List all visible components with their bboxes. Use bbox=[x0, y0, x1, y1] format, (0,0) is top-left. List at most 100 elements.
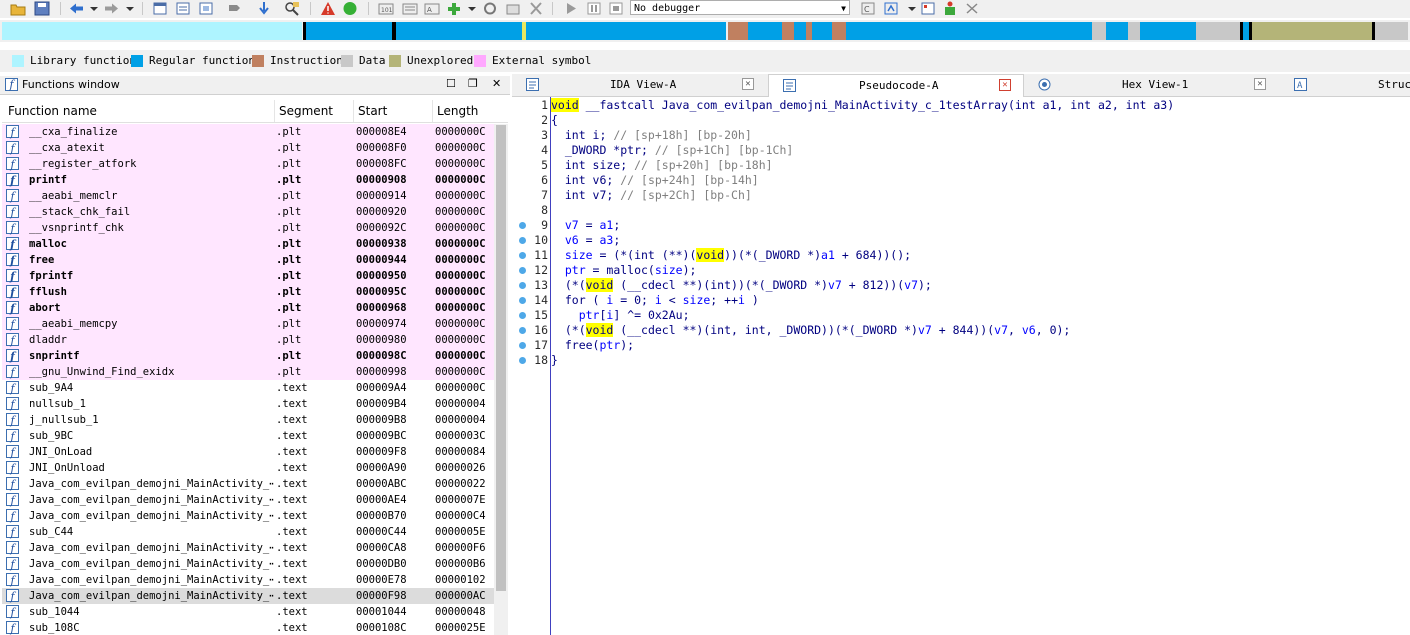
table-row[interactable]: f __register_atfork .plt 000008FC 0000000C bbox=[2, 156, 494, 172]
functions-scrollbar[interactable] bbox=[494, 124, 508, 635]
stop-icon[interactable] bbox=[608, 1, 624, 16]
xref-icon[interactable] bbox=[226, 1, 242, 16]
breakpoint-dot-icon[interactable] bbox=[519, 237, 526, 244]
table-row[interactable]: f __aeabi_memclr .plt 00000914 0000000C bbox=[2, 188, 494, 204]
abc-icon[interactable]: A bbox=[424, 1, 440, 16]
breakpoint-dot-icon[interactable] bbox=[519, 252, 526, 259]
restore-icon[interactable]: ❐ bbox=[468, 77, 478, 90]
column-header-segment[interactable]: Segment bbox=[279, 104, 333, 118]
tab-ida-view-a[interactable]: IDA View-A ✕ bbox=[512, 74, 768, 96]
tab-struct[interactable]: A Struct bbox=[1280, 74, 1410, 96]
table-row[interactable]: f malloc .plt 00000938 0000000C bbox=[2, 236, 494, 252]
breakpoint-dot-icon[interactable] bbox=[519, 282, 526, 289]
table-row[interactable]: f JNI_OnLoad .text 000009F8 00000084 bbox=[2, 444, 494, 460]
table-row[interactable]: f printf .plt 00000908 0000000C bbox=[2, 172, 494, 188]
trace-icon[interactable] bbox=[964, 1, 980, 16]
breakpoint-dot-icon[interactable] bbox=[519, 297, 526, 304]
column-header-function-name[interactable]: Function name bbox=[8, 104, 97, 118]
function-icon: f bbox=[6, 557, 19, 571]
start-icon[interactable] bbox=[563, 1, 579, 16]
new-window-icon[interactable] bbox=[152, 1, 168, 16]
table-row[interactable]: f __gnu_Unwind_Find_exidx .plt 00000998 0000… bbox=[2, 364, 494, 380]
table-row[interactable]: f __vsnprintf_chk .plt 0000092C 0000000C bbox=[2, 220, 494, 236]
debugger-select[interactable]: No debugger ▼ bbox=[630, 0, 850, 15]
code-token: = bbox=[578, 218, 600, 232]
table-row[interactable]: f free .plt 00000944 0000000C bbox=[2, 252, 494, 268]
attach-icon[interactable] bbox=[942, 1, 958, 16]
window-icon[interactable] bbox=[920, 1, 936, 16]
table-row[interactable]: f sub_9BC .text 000009BC 0000003C bbox=[2, 428, 494, 444]
maximize-icon[interactable]: ☐ bbox=[446, 77, 456, 90]
table-row[interactable]: f Java_com_evilpan_demojni_MainActivity_⋯… bbox=[2, 540, 494, 556]
table-row[interactable]: f j_nullsub_1 .text 000009B8 00000004 bbox=[2, 412, 494, 428]
close-icon[interactable]: ✕ bbox=[1254, 78, 1266, 90]
table-row[interactable]: f abort .plt 00000968 0000000C bbox=[2, 300, 494, 316]
jump-icon[interactable] bbox=[256, 1, 272, 16]
close-icon[interactable]: ✕ bbox=[742, 78, 754, 90]
breakpoint-dot-icon[interactable] bbox=[519, 312, 526, 319]
functions-list[interactable]: f __cxa_finalize .plt 000008E4 0000000C f __cx… bbox=[2, 124, 494, 635]
step-dropdown-icon[interactable] bbox=[904, 1, 916, 16]
tab-hex-view-1[interactable]: Hex View-1 ✕ bbox=[1024, 74, 1280, 96]
navigation-bar[interactable] bbox=[2, 22, 1408, 40]
line-number: 8 bbox=[541, 203, 548, 217]
close-icon[interactable]: ✕ bbox=[999, 79, 1011, 91]
patch-icon[interactable] bbox=[482, 1, 498, 16]
cpu-icon[interactable]: C bbox=[860, 1, 876, 16]
step-icon[interactable] bbox=[883, 1, 899, 16]
table-row[interactable]: f __cxa_atexit .plt 000008F0 0000000C bbox=[2, 140, 494, 156]
table-row[interactable]: f JNI_OnUnload .text 00000A90 00000026 bbox=[2, 460, 494, 476]
add-dropdown-icon[interactable] bbox=[464, 1, 476, 16]
table-row[interactable]: f fprintf .plt 00000950 0000000C bbox=[2, 268, 494, 284]
table-row[interactable]: f fflush .plt 0000095C 0000000C bbox=[2, 284, 494, 300]
forward-dropdown-icon[interactable] bbox=[122, 1, 134, 16]
back-dropdown-icon[interactable] bbox=[86, 1, 98, 16]
tab-pseudocode-a[interactable]: Pseudocode-A ✕ bbox=[768, 74, 1024, 97]
close-icon[interactable]: ✕ bbox=[492, 77, 501, 90]
graph-icon[interactable] bbox=[505, 1, 521, 16]
pause-icon[interactable] bbox=[586, 1, 602, 16]
table-row[interactable]: f sub_C44 .text 00000C44 0000005E bbox=[2, 524, 494, 540]
data-icon[interactable] bbox=[402, 1, 418, 16]
breakpoint-dot-icon[interactable] bbox=[519, 267, 526, 274]
search-icon[interactable] bbox=[284, 1, 300, 16]
table-row[interactable]: f snprintf .plt 0000098C 0000000C bbox=[2, 348, 494, 364]
scrollbar-thumb[interactable] bbox=[496, 125, 506, 591]
pseudocode-view[interactable]: 1 void __fastcall Java_com_evilpan_demojn… bbox=[512, 97, 1410, 635]
code-icon[interactable]: 101 bbox=[378, 1, 394, 16]
table-row[interactable]: f __cxa_finalize .plt 000008E4 0000000C bbox=[2, 124, 494, 140]
table-row[interactable]: f Java_com_evilpan_demojni_MainActivity_⋯… bbox=[2, 508, 494, 524]
column-header-start[interactable]: Start bbox=[358, 104, 387, 118]
table-row[interactable]: f __stack_chk_fail .plt 00000920 0000000C bbox=[2, 204, 494, 220]
back-icon[interactable] bbox=[68, 1, 84, 16]
legend-swatch bbox=[252, 54, 264, 67]
table-row[interactable]: f nullsub_1 .text 000009B4 00000004 bbox=[2, 396, 494, 412]
table-row[interactable]: f Java_com_evilpan_demojni_MainActivity_⋯… bbox=[2, 492, 494, 508]
table-row[interactable]: f Java_com_evilpan_demojni_MainActivity_⋯… bbox=[2, 476, 494, 492]
table-row[interactable]: f __aeabi_memcpy .plt 00000974 0000000C bbox=[2, 316, 494, 332]
error-icon[interactable] bbox=[320, 1, 336, 16]
open-icon[interactable] bbox=[10, 1, 26, 16]
table-row[interactable]: f dladdr .plt 00000980 0000000C bbox=[2, 332, 494, 348]
column-header-length[interactable]: Length bbox=[437, 104, 478, 118]
save-icon[interactable] bbox=[34, 1, 50, 16]
struct-icon[interactable] bbox=[198, 1, 214, 16]
breakpoint-dot-icon[interactable] bbox=[519, 327, 526, 334]
forward-icon[interactable] bbox=[104, 1, 120, 16]
table-row[interactable]: f sub_1044 .text 00001044 00000048 bbox=[2, 604, 494, 620]
table-row[interactable]: f Java_com_evilpan_demojni_MainActivity_⋯… bbox=[2, 572, 494, 588]
table-row[interactable]: f Java_com_evilpan_demojni_MainActivity_⋯… bbox=[2, 556, 494, 572]
function-segment: .text bbox=[276, 494, 308, 506]
breakpoint-dot-icon[interactable] bbox=[519, 222, 526, 229]
clear-icon[interactable] bbox=[528, 1, 544, 16]
breakpoint-dot-icon[interactable] bbox=[519, 357, 526, 364]
table-row[interactable]: f sub_9A4 .text 000009A4 0000000C bbox=[2, 380, 494, 396]
list-icon[interactable] bbox=[175, 1, 191, 16]
run-icon[interactable] bbox=[342, 1, 358, 16]
function-icon: f bbox=[6, 349, 19, 363]
add-icon[interactable] bbox=[446, 1, 462, 16]
breakpoint-dot-icon[interactable] bbox=[519, 342, 526, 349]
function-name: malloc bbox=[29, 238, 67, 250]
table-row[interactable]: f Java_com_evilpan_demojni_MainActivity_⋯… bbox=[2, 588, 494, 604]
table-row[interactable]: f sub_108C .text 0000108C 0000025E bbox=[2, 620, 494, 635]
